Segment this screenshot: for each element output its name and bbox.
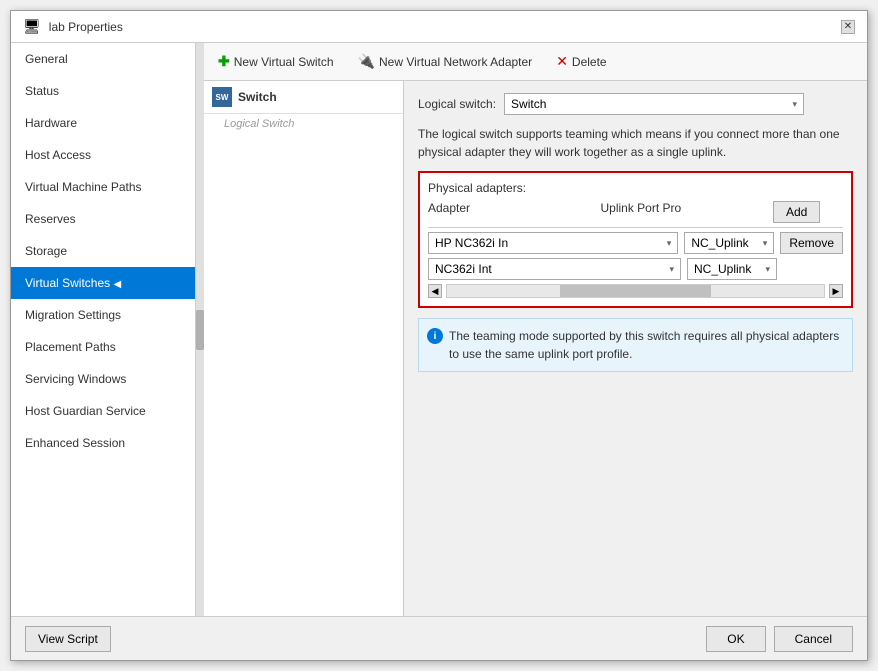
adapter-icon: 🔌 [358,53,375,70]
logical-switch-dropdown[interactable]: Switch ▾ [504,93,804,115]
physical-adapters-label: Physical adapters: [428,181,843,195]
info-row: i The teaming mode supported by this swi… [418,318,853,372]
add-button[interactable]: Add [773,201,820,223]
scroll-thumb [560,285,711,297]
ok-button[interactable]: OK [706,626,765,652]
chevron-down-icon-2: ▾ [763,238,768,249]
content-area: SW Switch Logical Switch Logical switch:… [204,81,867,616]
sidebar-item-enhanced-session[interactable]: Enhanced Session [11,427,195,459]
info-text: The teaming mode supported by this switc… [449,327,844,363]
dialog-body: General Status Hardware Host Access Virt… [11,43,867,616]
dialog-icon: 🖥 [23,18,41,35]
col-adapter-header: Adapter [428,201,601,223]
info-icon: i [427,328,443,344]
chevron-down-icon-1: ▾ [667,238,672,249]
title-bar-controls: ✕ [841,20,855,34]
scroll-left-arrow[interactable]: ◀ [428,284,442,298]
col-add-header: Add [773,201,843,223]
horizontal-scrollbar[interactable]: ◀ ▶ [428,284,843,298]
title-bar: 🖥 lab Properties ✕ [11,11,867,43]
footer-left: View Script [25,626,111,652]
main-content: ✚ New Virtual Switch 🔌 New Virtual Netwo… [204,43,867,616]
new-virtual-switch-button[interactable]: ✚ New Virtual Switch [214,51,338,72]
sidebar-item-host-access[interactable]: Host Access [11,139,195,171]
sidebar-item-storage[interactable]: Storage [11,235,195,267]
physical-adapters-box: Physical adapters: Adapter Uplink Port P… [418,171,853,308]
logical-switch-row: Logical switch: Switch ▾ [418,93,853,115]
tree-logical-switch-label: Logical Switch [204,114,403,134]
col-uplink-header: Uplink Port Pro [601,201,774,223]
uplink-dropdown-2[interactable]: NC_Uplink ▾ [687,258,777,280]
dialog-title: lab Properties [49,20,123,34]
sidebar-item-vm-paths[interactable]: Virtual Machine Paths [11,171,195,203]
sidebar-scrollbar[interactable] [196,43,204,616]
right-panel: Logical switch: Switch ▾ The logical swi… [404,81,867,616]
description-text: The logical switch supports teaming whic… [418,125,853,161]
left-panel: SW Switch Logical Switch [204,81,404,616]
delete-button[interactable]: ✕ Delete [552,51,610,72]
adapter-row-1: HP NC362i In ▾ NC_Uplink ▾ Remove [428,232,843,254]
sidebar-item-general[interactable]: General [11,43,195,75]
tree-switch-label: Switch [238,90,277,104]
sidebar-item-host-guardian[interactable]: Host Guardian Service [11,395,195,427]
adapter-dropdown-2[interactable]: NC362i Int ▾ [428,258,681,280]
sidebar-item-hardware[interactable]: Hardware [11,107,195,139]
chevron-down-icon-4: ▾ [765,264,770,275]
dialog-footer: View Script OK Cancel [11,616,867,660]
sidebar-item-status[interactable]: Status [11,75,195,107]
cancel-button[interactable]: Cancel [774,626,853,652]
dialog: 🖥 lab Properties ✕ General Status Hardwa… [10,10,868,661]
sidebar: General Status Hardware Host Access Virt… [11,43,196,616]
adapter-dropdown-1[interactable]: HP NC362i In ▾ [428,232,678,254]
sidebar-item-migration-settings[interactable]: Migration Settings [11,299,195,331]
chevron-down-icon: ▾ [793,99,798,110]
adapters-table-header: Adapter Uplink Port Pro Add [428,201,843,228]
new-virtual-network-adapter-button[interactable]: 🔌 New Virtual Network Adapter [354,51,537,72]
chevron-down-icon-3: ▾ [669,264,674,275]
logical-switch-label: Logical switch: [418,97,496,111]
sidebar-item-virtual-switches[interactable]: Virtual Switches ◀ [11,267,195,299]
sidebar-item-reserves[interactable]: Reserves [11,203,195,235]
delete-icon: ✕ [556,53,568,70]
scroll-right-arrow[interactable]: ▶ [829,284,843,298]
sidebar-item-placement-paths[interactable]: Placement Paths [11,331,195,363]
active-indicator: ◀ [114,279,122,290]
close-button[interactable]: ✕ [841,20,855,34]
adapter-row-2: NC362i Int ▾ NC_Uplink ▾ [428,258,843,280]
toolbar: ✚ New Virtual Switch 🔌 New Virtual Netwo… [204,43,867,81]
plus-icon: ✚ [218,53,230,70]
tree-switch-item[interactable]: SW Switch [204,81,403,114]
scroll-track[interactable] [446,284,825,298]
uplink-dropdown-1[interactable]: NC_Uplink ▾ [684,232,774,254]
remove-button-1[interactable]: Remove [780,232,843,254]
view-script-button[interactable]: View Script [25,626,111,652]
sidebar-item-servicing-windows[interactable]: Servicing Windows [11,363,195,395]
switch-icon: SW [212,87,232,107]
footer-right: OK Cancel [706,626,853,652]
